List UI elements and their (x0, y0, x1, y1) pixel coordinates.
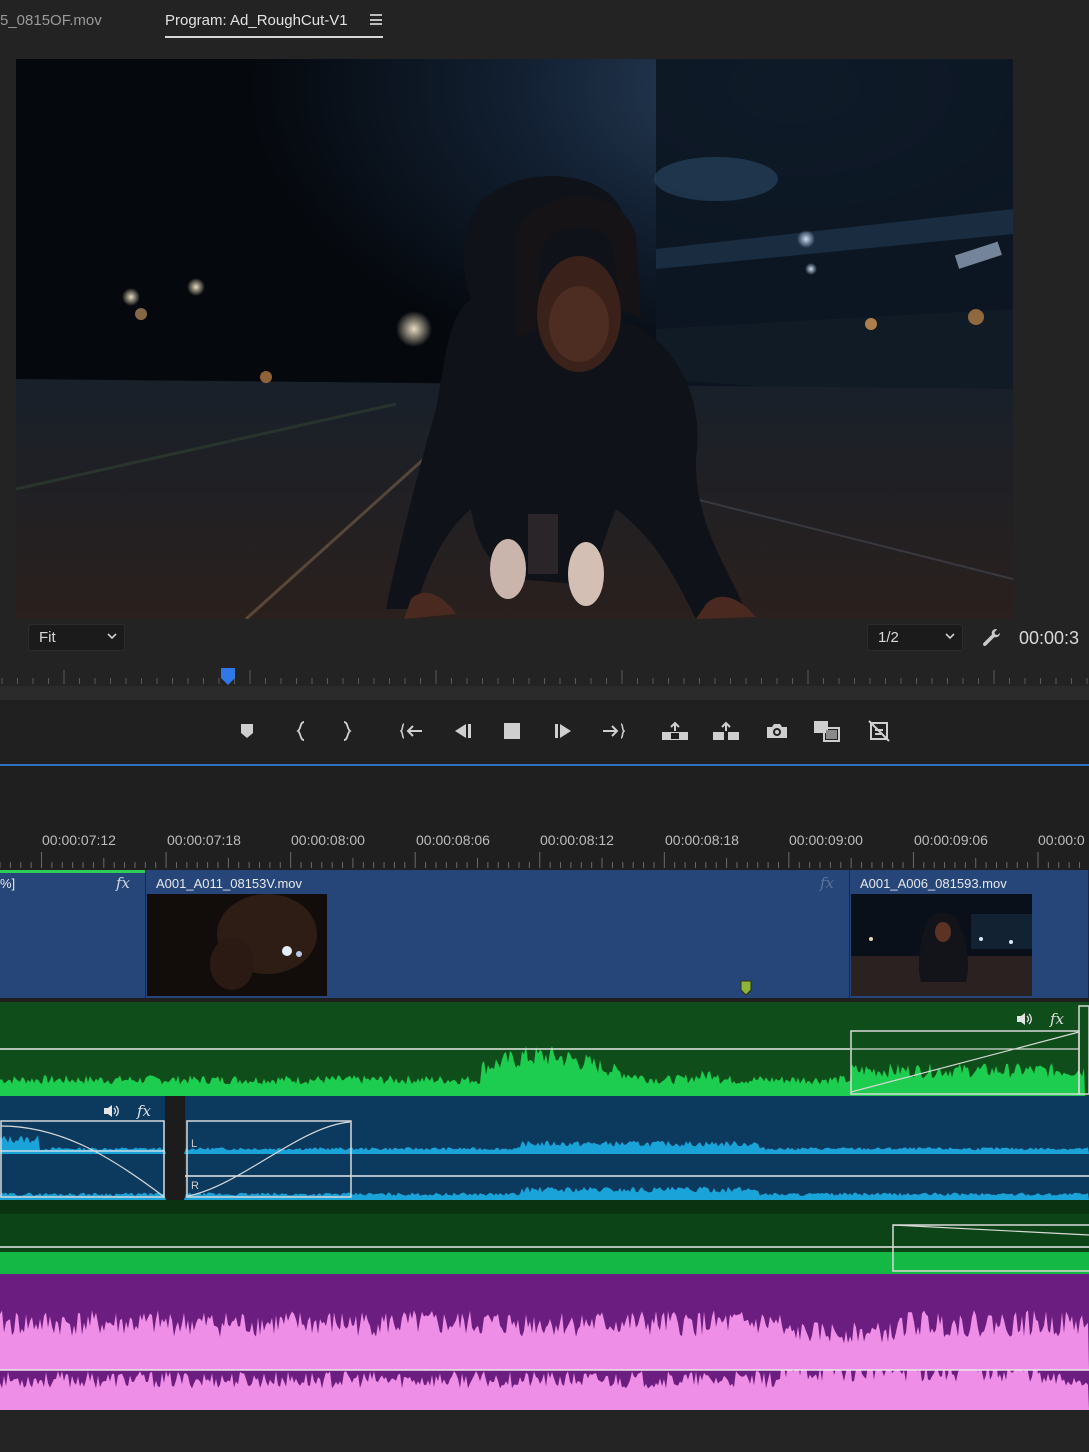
lift-icon (662, 721, 688, 740)
tab-program-monitor[interactable]: Program: Ad_RoughCut-V1 (165, 12, 348, 29)
mark-out-button[interactable] (332, 716, 362, 746)
playhead-timecode[interactable]: 00:00:3 (1019, 628, 1079, 649)
timeline-panel: 00:00:07:12 00:00:07:18 00:00:08:00 00:0… (0, 766, 1089, 1452)
speaker-icon[interactable] (1016, 1012, 1034, 1026)
ruler-timecode: 00:00:09:06 (914, 832, 988, 848)
add-marker-button[interactable] (232, 716, 262, 746)
clip-name: %] (0, 876, 16, 891)
ruler-timecode: 00:00:0 (1038, 832, 1085, 848)
tab-source-monitor[interactable]: 5_0815OF.mov (0, 12, 102, 29)
clip-marker-icon[interactable] (740, 980, 752, 996)
marker-icon (241, 724, 253, 738)
mark-out-icon (343, 721, 352, 741)
step-back-button[interactable] (447, 716, 477, 746)
toggle-proxies-button[interactable] (864, 716, 894, 746)
fx-badge-icon[interactable]: fx (820, 874, 834, 892)
clip-name: A001_A006_081593.mov (860, 876, 1007, 891)
audio-waveform-a1[interactable] (0, 1002, 1089, 1096)
audio-track-a1: fx (0, 1002, 1089, 1096)
stop-icon (504, 723, 520, 739)
video-clip[interactable]: A001_A011_08153V.mov fx (146, 870, 850, 998)
audio-waveform-a2[interactable] (0, 1096, 1089, 1200)
ruler-timecode: 00:00:08:18 (665, 832, 739, 848)
video-clip[interactable]: %] fx (0, 870, 146, 998)
comparison-view-icon (814, 721, 840, 742)
mark-in-icon (296, 721, 305, 741)
lift-button[interactable] (660, 716, 690, 746)
fx-badge-icon[interactable]: fx (1050, 1010, 1064, 1028)
a1-clip-icons: fx (1016, 1010, 1064, 1028)
proxy-toggle-icon (868, 720, 890, 742)
panel-menu-icon[interactable] (370, 14, 382, 25)
export-frame-button[interactable] (762, 716, 792, 746)
playhead-marker-icon (221, 668, 235, 685)
timeline-time-ruler[interactable]: 00:00:07:12 00:00:07:18 00:00:08:00 00:0… (0, 766, 1089, 870)
a2-clip-icons: fx (103, 1102, 151, 1120)
zoom-level-dropdown[interactable]: Fit (28, 624, 125, 651)
zoom-level-value: Fit (39, 629, 56, 646)
ruler-timecode: 00:00:08:06 (416, 832, 490, 848)
step-back-icon (455, 724, 471, 738)
audio-track-a2: L R fx (0, 1096, 1089, 1200)
active-tab-indicator (165, 36, 383, 38)
audio-track-a3 (0, 1200, 1089, 1274)
video-track-v1: %] fx A001_A011_08153V.mov fx A001_A006_… (0, 870, 1089, 998)
speaker-icon[interactable] (103, 1104, 121, 1118)
clip-name: A001_A011_08153V.mov (156, 876, 303, 891)
monitor-tab-bar: 5_0815OF.mov Program: Ad_RoughCut-V1 (0, 0, 1089, 44)
audio-waveform-a3[interactable] (0, 1200, 1089, 1274)
step-forward-icon (555, 724, 571, 738)
ruler-timecode: 00:00:09:00 (789, 832, 863, 848)
program-video-frame[interactable] (16, 59, 1013, 619)
audio-track-a4 (0, 1274, 1089, 1410)
ruler-timecode: 00:00:07:18 (167, 832, 241, 848)
monitor-scrub-bar[interactable] (0, 686, 1089, 700)
chevron-down-icon (107, 633, 117, 640)
video-clip[interactable]: A001_A006_081593.mov (850, 870, 1089, 998)
mark-in-button[interactable] (286, 716, 316, 746)
wrench-icon[interactable] (980, 626, 1004, 650)
transport-controls (0, 700, 1089, 764)
go-to-out-icon (603, 723, 625, 739)
step-forward-button[interactable] (549, 716, 579, 746)
chevron-down-icon (945, 633, 955, 640)
extract-button[interactable] (711, 716, 741, 746)
ruler-timecode: 00:00:08:00 (291, 832, 365, 848)
comparison-view-button[interactable] (812, 716, 842, 746)
fx-badge-icon[interactable]: fx (116, 874, 130, 892)
extract-icon (713, 721, 739, 740)
clip-thumbnail (147, 894, 327, 996)
go-to-out-button[interactable] (598, 716, 628, 746)
ruler-timecode: 00:00:07:12 (42, 832, 116, 848)
ruler-timecode: 00:00:08:12 (540, 832, 614, 848)
go-to-in-button[interactable] (397, 716, 427, 746)
audio-waveform-a4[interactable] (0, 1274, 1089, 1410)
go-to-in-icon (400, 723, 422, 739)
fx-badge-icon[interactable]: fx (137, 1102, 151, 1120)
playback-resolution-value: 1/2 (878, 629, 899, 646)
channel-label-left: L (191, 1138, 198, 1150)
playback-resolution-dropdown[interactable]: 1/2 (867, 624, 963, 651)
clip-thumbnail (851, 894, 1032, 996)
program-monitor: 5_0815OF.mov Program: Ad_RoughCut-V1 Fit… (0, 0, 1089, 766)
timeline-footer (0, 1410, 1089, 1452)
channel-label-right: R (191, 1180, 199, 1192)
camera-icon (767, 724, 787, 738)
ruler-ticks (0, 852, 1081, 868)
render-bar (0, 870, 145, 873)
stop-button[interactable] (497, 716, 527, 746)
